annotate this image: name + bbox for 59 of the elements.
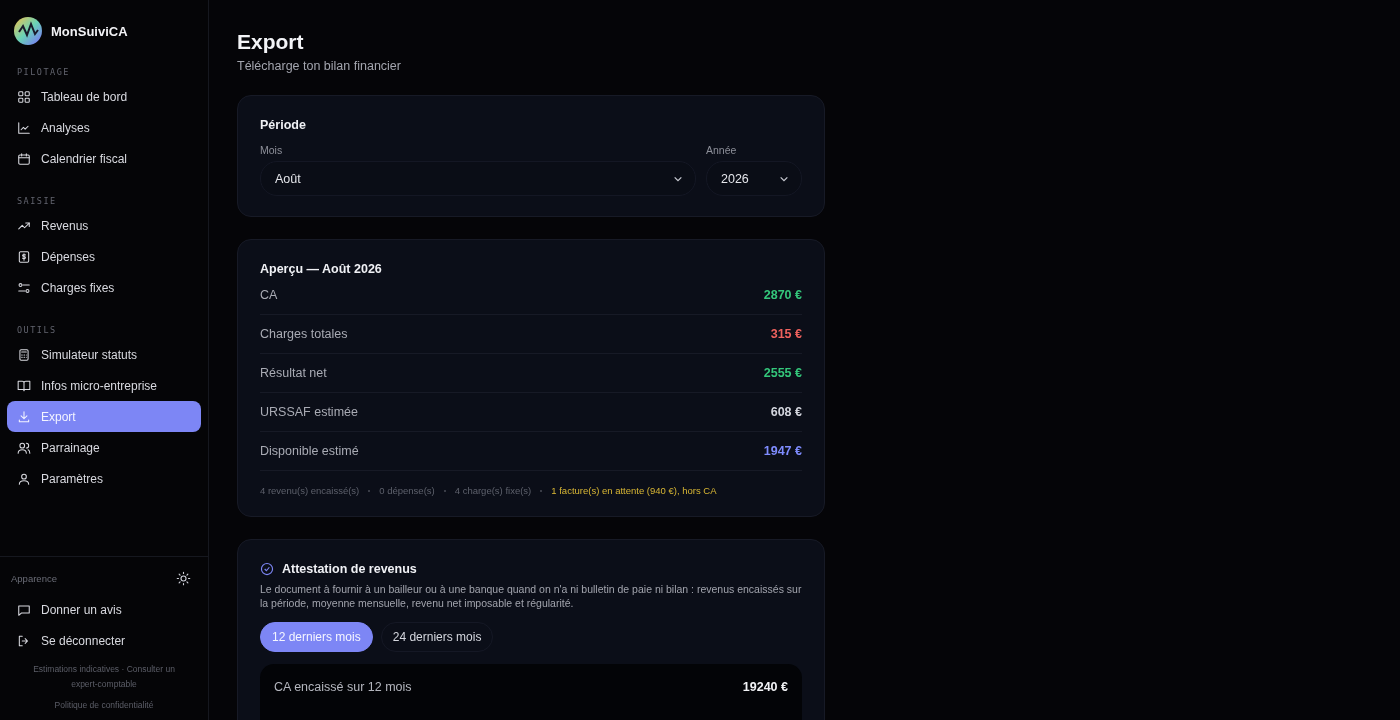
chart-icon: [17, 120, 31, 135]
year-select[interactable]: 2026: [706, 161, 802, 196]
appearance-label: Apparence: [11, 573, 57, 584]
nav-item[interactable]: Calendrier fiscal: [7, 143, 201, 174]
nav-item[interactable]: Revenus: [7, 210, 201, 241]
download-icon: [17, 409, 31, 424]
row-label: Résultat net: [260, 366, 327, 380]
nav-item[interactable]: Simulateur statuts: [7, 339, 201, 370]
message-icon: [17, 602, 31, 617]
section-label: OUTILS: [16, 325, 58, 335]
row-label: CA: [260, 288, 278, 302]
sun-icon[interactable]: [176, 571, 191, 586]
nav-item[interactable]: Dépenses: [7, 241, 201, 272]
card-title: Attestation de revenus: [282, 562, 417, 576]
section-label: SAISIE: [16, 196, 58, 206]
nav-item[interactable]: Paramètres: [7, 463, 201, 494]
users-icon: [17, 440, 31, 455]
nav-item[interactable]: Analyses: [7, 112, 201, 143]
card-title: Aperçu — Août 2026: [260, 262, 383, 276]
nav-item[interactable]: Charges fixes: [7, 272, 201, 303]
page-title: Export: [237, 30, 305, 54]
disclaimer-text: Estimations indicatives · Consulter un expert-comptable: [32, 663, 176, 691]
row-value: 315 €: [770, 327, 802, 341]
row-value: 1947 €: [763, 444, 802, 458]
card-title: Période: [260, 118, 307, 132]
attestation-description: Le document à fournir à un bailleur ou à une banque quand on n'a ni bulletin de paie ni bilan : revenus encaissés sur la période, moyenne mensuelle, revenu net imposable et régularité.: [260, 582, 802, 610]
row-label: CA encaissé sur 12 mois: [274, 680, 412, 694]
sliders-icon: [17, 280, 31, 295]
field-label: Année: [706, 144, 738, 156]
book-icon: [17, 378, 31, 393]
logo-icon: [14, 17, 42, 45]
section-label: PILOTAGE: [16, 67, 71, 77]
row-label: URSSAF estimée: [260, 405, 358, 419]
calculator-icon: [17, 347, 31, 362]
field-label: Mois: [260, 144, 284, 156]
grid-icon: [17, 89, 31, 104]
row-value: 19240 €: [742, 680, 788, 694]
summary-text: 4 revenu(s) encaissé(s): [260, 485, 360, 496]
calendar-icon: [17, 151, 31, 166]
nav-item[interactable]: Donner un avis: [7, 594, 201, 625]
check-circle-icon: [260, 562, 274, 576]
row-value: 2870 €: [763, 288, 802, 302]
row-value: 608 €: [770, 405, 802, 419]
nav-item[interactable]: Tableau de bord: [7, 81, 201, 112]
logout-icon: [17, 633, 31, 648]
row-label: Disponible estimé: [260, 444, 359, 458]
pending-note: 1 facture(s) en attente (940 €), hors CA: [551, 485, 717, 496]
row-value: 2555 €: [763, 366, 802, 380]
summary-text: 0 dépense(s): [379, 485, 435, 496]
app-name: MonSuiviCA: [51, 23, 128, 39]
nav-item[interactable]: Infos micro-entreprise: [7, 370, 201, 401]
page-subtitle: Télécharge ton bilan financier: [237, 59, 402, 73]
dollar-icon: [17, 249, 31, 264]
nav-item[interactable]: Se déconnecter: [7, 625, 201, 656]
row-label: Charges totales: [260, 327, 348, 341]
summary-text: 4 charge(s) fixe(s): [454, 485, 532, 496]
user-icon: [17, 471, 31, 486]
month-select[interactable]: Août: [260, 161, 696, 196]
nav-item[interactable]: Parrainage: [7, 432, 201, 463]
